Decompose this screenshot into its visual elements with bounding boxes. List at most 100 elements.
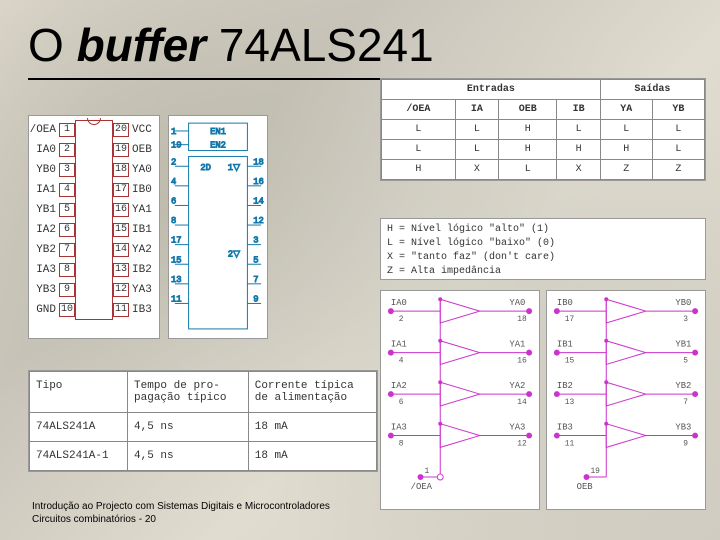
footer-line: Circuitos combinatórios - 20	[32, 513, 330, 526]
svg-text:14: 14	[253, 196, 264, 206]
tt-cell: L	[455, 140, 498, 160]
specs-row: 74ALS241A-14,5 ns18 mA	[30, 442, 377, 471]
svg-text:17: 17	[565, 315, 575, 324]
svg-text:7: 7	[683, 398, 688, 407]
pin-label: IB0	[129, 184, 159, 196]
pin-number: 9	[59, 283, 75, 297]
truth-table: Entradas Saídas /OEAIAOEBIBYAYB LLHLLLLL…	[380, 78, 706, 181]
svg-text:2▽: 2▽	[228, 249, 240, 259]
pin-label: YA3	[129, 284, 159, 296]
pin-label: IA0	[29, 144, 59, 156]
tt-cell: H	[498, 140, 556, 160]
svg-text:2D: 2D	[200, 163, 211, 173]
svg-text:/OEA: /OEA	[411, 482, 433, 492]
svg-text:OEB: OEB	[577, 482, 593, 492]
specs-head: Tempo de pro- pagação típico	[128, 372, 249, 413]
pin-label: IA3	[29, 264, 59, 276]
svg-text:17: 17	[171, 236, 182, 246]
svg-text:16: 16	[517, 356, 527, 365]
tt-cell: X	[557, 160, 600, 180]
svg-text:3: 3	[253, 236, 258, 246]
chip-pin-row: YB1516YA1	[29, 200, 159, 220]
svg-text:9: 9	[253, 294, 258, 304]
pin-label: IB1	[129, 224, 159, 236]
buffer-group-b-diagram: IB0YB0173IB1YB1155IB2YB2137IB3YB3119OEB1…	[546, 290, 706, 510]
svg-text:IB2: IB2	[557, 381, 573, 391]
svg-text:18: 18	[253, 157, 264, 167]
pin-label: YB0	[29, 164, 59, 176]
pin-number: 2	[59, 143, 75, 157]
tt-cell: H	[382, 160, 456, 180]
svg-text:11: 11	[565, 439, 575, 448]
svg-text:IB0: IB0	[557, 298, 573, 308]
svg-text:YB3: YB3	[675, 423, 691, 433]
svg-text:IA3: IA3	[391, 423, 407, 433]
svg-text:IA0: IA0	[391, 298, 407, 308]
svg-text:3: 3	[683, 315, 688, 324]
tt-col: IB	[557, 100, 600, 120]
svg-text:1: 1	[171, 127, 176, 137]
tt-row: HXLXZZ	[382, 160, 705, 180]
slide-footer: Introdução ao Projecto com Sistemas Digi…	[32, 500, 330, 526]
svg-text:YA3: YA3	[509, 423, 525, 433]
specs-head: Corrente típica de alimentação	[248, 372, 376, 413]
pin-number: 6	[59, 223, 75, 237]
svg-text:6: 6	[171, 196, 176, 206]
pin-number: 18	[113, 163, 129, 177]
tt-cell: L	[652, 140, 704, 160]
tt-col: IA	[455, 100, 498, 120]
pin-number: 17	[113, 183, 129, 197]
svg-text:12: 12	[253, 216, 264, 226]
svg-text:19: 19	[590, 467, 600, 476]
pin-number: 8	[59, 263, 75, 277]
specs-cell: 18 mA	[248, 413, 376, 442]
svg-text:16: 16	[253, 177, 264, 187]
pin-label: YA0	[129, 164, 159, 176]
svg-text:YB1: YB1	[675, 340, 691, 350]
tt-cell: L	[557, 120, 600, 140]
tt-cell: L	[498, 160, 556, 180]
footer-line: Introdução ao Projecto com Sistemas Digi…	[32, 500, 330, 513]
legend-line: X = "tanto faz" (don't care)	[387, 251, 699, 265]
specs-table: Tipo Tempo de pro- pagação típico Corren…	[28, 370, 378, 472]
pin-number: 15	[113, 223, 129, 237]
svg-text:1▽: 1▽	[228, 163, 240, 173]
ieee-symbol-diagram: 1 19 EN1 EN2 2D 1▽ 2▽ 218416614812173155…	[168, 115, 268, 339]
svg-text:EN1: EN1	[210, 127, 226, 137]
tt-cell: H	[557, 140, 600, 160]
svg-text:YA2: YA2	[509, 381, 525, 391]
title-prefix: O	[28, 19, 77, 71]
svg-text:7: 7	[253, 275, 258, 285]
chip-pin-row: GND1011IB3	[29, 300, 159, 320]
pin-label: YA1	[129, 204, 159, 216]
svg-text:13: 13	[171, 275, 182, 285]
svg-text:5: 5	[683, 356, 688, 365]
legend-line: L = Nível lógico "baixo" (0)	[387, 237, 699, 251]
pin-label: IB3	[129, 304, 159, 316]
tt-row: LLHLLL	[382, 120, 705, 140]
chip-pin-row: IA1417IB0	[29, 180, 159, 200]
chip-pin-row: IA02 19OEB	[29, 140, 159, 160]
tt-row: LLHHHL	[382, 140, 705, 160]
pin-label: /OEA	[29, 124, 59, 136]
pin-number: 19	[113, 143, 129, 157]
specs-cell: 74ALS241A-1	[30, 442, 128, 471]
pin-label: YB1	[29, 204, 59, 216]
title-rest: 74ALS241	[206, 19, 434, 71]
pin-number: 16	[113, 203, 129, 217]
svg-text:6: 6	[399, 398, 404, 407]
svg-text:IB1: IB1	[557, 340, 573, 350]
pin-number: 14	[113, 243, 129, 257]
svg-text:19: 19	[171, 141, 182, 151]
tt-cell: Z	[652, 160, 704, 180]
pin-label: IA2	[29, 224, 59, 236]
tt-cell: X	[455, 160, 498, 180]
title-italic: buffer	[77, 19, 207, 71]
pin-label: OEB	[129, 144, 159, 156]
legend-line: H = Nível lógico "alto" (1)	[387, 223, 699, 237]
pin-number: 10	[59, 303, 75, 317]
svg-text:2: 2	[399, 315, 404, 324]
chip-pin-row: IA3813IB2	[29, 260, 159, 280]
tt-header-outputs: Saídas	[600, 80, 704, 100]
pin-number: 11	[113, 303, 129, 317]
